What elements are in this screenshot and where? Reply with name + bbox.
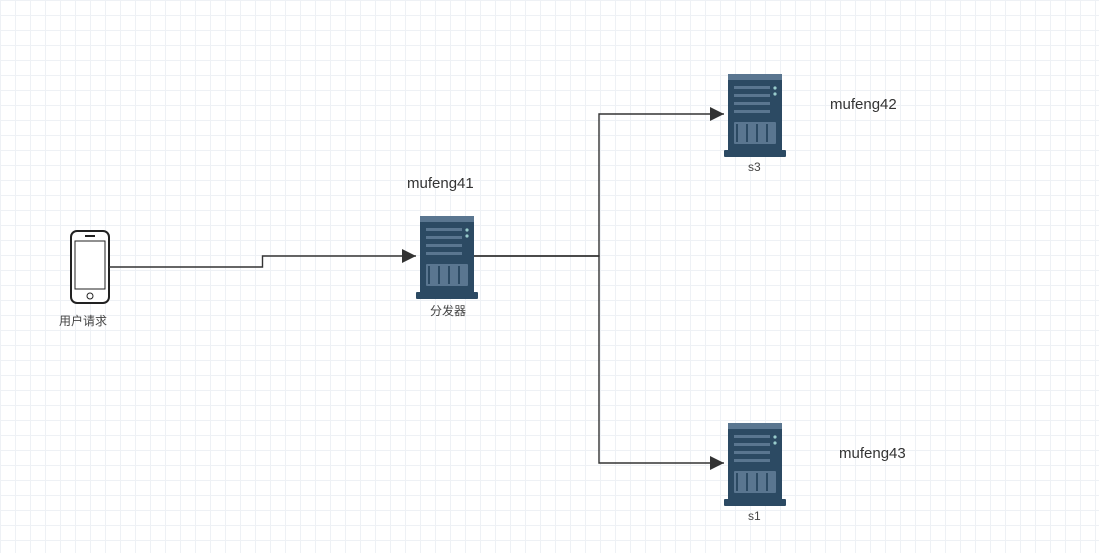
flow-svg xyxy=(0,0,1099,553)
edge-client-dispatcher xyxy=(109,256,416,267)
phone-icon xyxy=(71,231,109,303)
s1-label: s1 xyxy=(748,509,761,523)
client-label: 用户请求 xyxy=(59,312,107,329)
s1-title: mufeng43 xyxy=(839,445,906,462)
s3-title: mufeng42 xyxy=(830,96,897,113)
diagram-canvas: 用户请求 mufeng41 分发器 mufeng42 s3 mufeng43 s… xyxy=(0,0,1099,553)
server-icon xyxy=(416,216,478,299)
s3-label: s3 xyxy=(748,160,761,174)
dispatcher-title: mufeng41 xyxy=(407,175,474,192)
server-icon xyxy=(724,74,786,157)
edge-dispatcher-s1 xyxy=(474,256,724,463)
edge-dispatcher-s3 xyxy=(474,114,724,256)
server-icon xyxy=(724,423,786,506)
dispatcher-label: 分发器 xyxy=(430,302,466,319)
